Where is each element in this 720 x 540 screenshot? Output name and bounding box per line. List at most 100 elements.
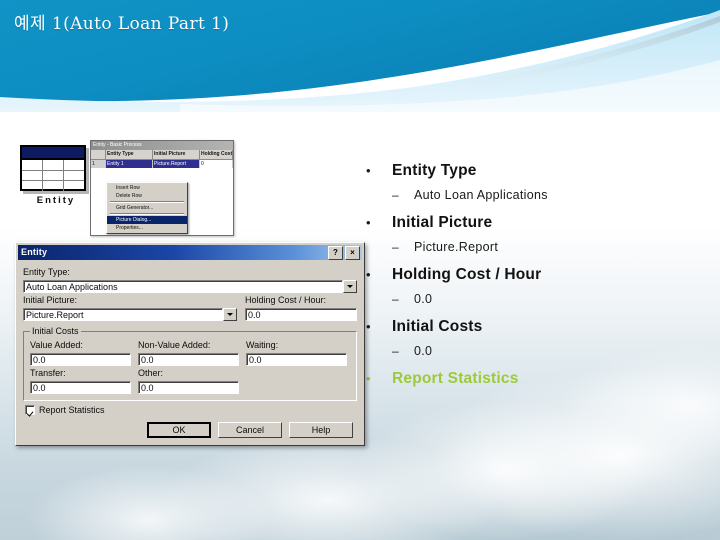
sub-bullet-initial-costs-value: – 0.0	[366, 341, 712, 361]
initial-costs-group: Initial Costs Value Added: 0.0 Non-Value…	[23, 326, 357, 401]
column-header	[91, 150, 106, 159]
sub-bullet-label: 0.0	[414, 344, 433, 358]
entity-icon-cell	[43, 170, 64, 181]
holding-cost-cell[interactable]: 0	[200, 160, 233, 168]
sub-bullet-picture-report: – Picture.Report	[366, 237, 712, 257]
report-statistics-label: Report Statistics	[39, 405, 105, 415]
entity-type-combo[interactable]: Auto Loan Applications	[23, 280, 357, 293]
context-menu[interactable]: Insert Row Delete Row Grid Generator... …	[106, 182, 188, 234]
bullet-label: Holding Cost / Hour	[392, 266, 542, 283]
bullet-label: Initial Costs	[392, 318, 483, 335]
row-number-cell: 1	[91, 160, 106, 168]
header-banner: 예제 1(Auto Loan Part 1)	[0, 0, 720, 112]
entity-icon-rows	[22, 160, 84, 192]
entity-icon-cell	[43, 181, 64, 192]
chevron-down-icon[interactable]	[343, 280, 357, 293]
menu-item-insert-row[interactable]: Insert Row	[107, 184, 187, 192]
menu-item-delete-row[interactable]: Delete Row	[107, 192, 187, 200]
holding-cost-label: Holding Cost / Hour:	[245, 295, 327, 305]
value-added-input[interactable]: 0.0	[30, 353, 131, 366]
entity-table-icon	[20, 145, 86, 192]
waiting-input[interactable]: 0.0	[246, 353, 347, 366]
close-icon[interactable]: ×	[345, 245, 360, 260]
bullet-entity-type: • Entity Type	[366, 160, 712, 182]
holding-cost-group: Holding Cost / Hour: 0.0	[245, 293, 357, 321]
entity-module-label: Entity	[36, 195, 76, 206]
bullet-marker-icon: •	[366, 267, 371, 282]
dialog-button-row: OK Cancel Help	[23, 422, 353, 438]
waiting-label: Waiting:	[246, 340, 279, 350]
entity-type-label: Entity Type:	[23, 267, 70, 277]
initial-picture-cell[interactable]: Picture.Report	[153, 160, 200, 168]
entity-dialog: Entity ? × Entity Type: Auto Loan Applic…	[15, 242, 365, 446]
entity-icon-row	[22, 160, 84, 171]
checkbox-icon[interactable]	[25, 405, 35, 415]
dash-marker-icon: –	[392, 292, 399, 306]
bullet-initial-picture: • Initial Picture	[366, 212, 712, 234]
entity-icon-cell	[64, 160, 84, 170]
bullet-label: Report Statistics	[392, 370, 519, 387]
costs-spacer	[246, 366, 347, 394]
bullet-label: Initial Picture	[392, 214, 493, 231]
initial-costs-legend: Initial Costs	[32, 326, 79, 336]
menu-item-grid-generator[interactable]: Grid Generator...	[107, 204, 187, 212]
initial-picture-group: Initial Picture: Picture.Report	[23, 293, 237, 321]
initial-picture-input[interactable]: Picture.Report	[23, 308, 223, 321]
bullet-marker-icon: •	[366, 319, 371, 334]
menu-item-picture-dialog[interactable]: Picture Dialog...	[107, 216, 187, 224]
spreadsheet-window: Entity - Basic Process Entity Type Initi…	[90, 140, 234, 236]
spreadsheet-body: Insert Row Delete Row Grid Generator... …	[91, 168, 233, 235]
sub-bullet-auto-loan-applications: – Auto Loan Applications	[366, 185, 712, 205]
picture-and-holding-row: Initial Picture: Picture.Report Holding …	[23, 293, 357, 321]
transfer-input[interactable]: 0.0	[30, 381, 131, 394]
other-input[interactable]: 0.0	[138, 381, 239, 394]
other-label: Other:	[138, 368, 164, 378]
sub-bullet-label: Picture.Report	[414, 240, 499, 254]
entity-type-cell[interactable]: Entity 1	[106, 160, 153, 168]
bullet-report-statistics: • Report Statistics	[366, 368, 712, 390]
entity-icon-cell	[43, 160, 64, 170]
sub-bullet-label: 0.0	[414, 292, 433, 306]
entity-icon-cell	[22, 181, 43, 192]
initial-costs-row-1: Value Added: 0.0 Non-Value Added: 0.0 Wa…	[30, 338, 350, 366]
transfer-group: Transfer: 0.0	[30, 366, 131, 394]
non-value-added-input[interactable]: 0.0	[138, 353, 239, 366]
help-button[interactable]: Help	[289, 422, 353, 438]
bullet-holding-cost-per-hour: • Holding Cost / Hour	[366, 264, 712, 286]
other-group: Other: 0.0	[138, 366, 239, 394]
value-added-label: Value Added:	[30, 340, 83, 350]
entity-type-input[interactable]: Auto Loan Applications	[23, 280, 343, 293]
sub-bullet-holding-cost-value: – 0.0	[366, 289, 712, 309]
bullet-initial-costs: • Initial Costs	[366, 316, 712, 338]
page-title: 예제 1(Auto Loan Part 1)	[14, 14, 230, 34]
non-value-added-group: Non-Value Added: 0.0	[138, 338, 239, 366]
entity-module-icon-block: Entity	[20, 145, 92, 206]
entity-icon-row	[22, 181, 84, 192]
dash-marker-icon: –	[392, 188, 399, 202]
ok-button[interactable]: OK	[147, 422, 211, 438]
menu-separator	[110, 213, 184, 215]
help-icon[interactable]: ?	[328, 245, 343, 260]
menu-item-properties[interactable]: Properties...	[107, 224, 187, 232]
cancel-button[interactable]: Cancel	[218, 422, 282, 438]
initial-picture-label: Initial Picture:	[23, 295, 78, 305]
initial-picture-combo[interactable]: Picture.Report	[23, 308, 237, 321]
spreadsheet-titlebar: Entity - Basic Process	[91, 141, 233, 150]
bullet-marker-icon: •	[366, 371, 371, 386]
entity-icon-cell	[64, 181, 84, 191]
entity-icon-cell	[64, 171, 84, 181]
transfer-label: Transfer:	[30, 368, 66, 378]
waiting-group: Waiting: 0.0	[246, 338, 347, 366]
dialog-titlebar[interactable]: Entity ? ×	[18, 245, 362, 260]
dash-marker-icon: –	[392, 344, 399, 358]
slide-canvas: 예제 1(Auto Loan Part 1) Entity Entity - B…	[0, 0, 720, 540]
value-added-group: Value Added: 0.0	[30, 338, 131, 366]
chevron-down-icon[interactable]	[223, 308, 237, 321]
bullet-list: • Entity Type – Auto Loan Applications •…	[366, 160, 712, 393]
report-statistics-checkbox-row[interactable]: Report Statistics	[25, 405, 355, 415]
dialog-title: Entity	[21, 247, 48, 257]
bullet-marker-icon: •	[366, 163, 371, 178]
entity-icon-cell	[22, 170, 43, 181]
holding-cost-input[interactable]: 0.0	[245, 308, 357, 321]
initial-costs-row-2: Transfer: 0.0 Other: 0.0	[30, 366, 350, 394]
